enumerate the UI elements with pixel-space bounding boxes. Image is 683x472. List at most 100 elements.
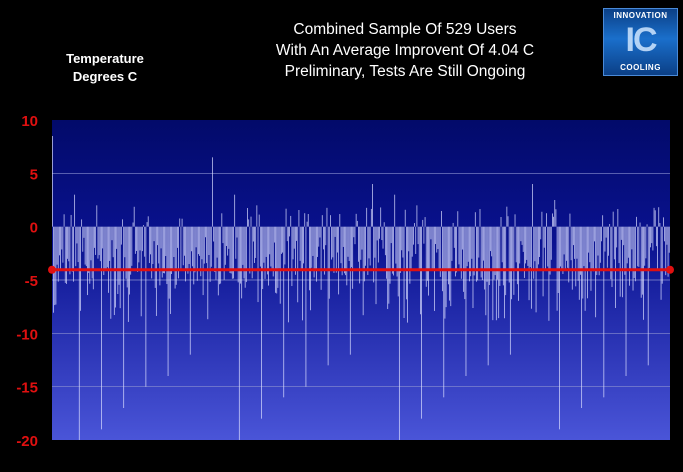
data-bar (302, 226, 303, 321)
data-bar (634, 226, 636, 282)
data-bar (415, 226, 417, 254)
data-bar (381, 226, 383, 241)
data-bar (317, 226, 319, 257)
data-bar (401, 226, 403, 251)
data-bar (666, 226, 668, 245)
data-bar (299, 226, 301, 261)
data-bar (487, 226, 489, 366)
data-bar (143, 225, 144, 227)
data-bar (192, 226, 194, 267)
data-bar (166, 226, 168, 285)
data-bar (145, 226, 147, 387)
data-bar (474, 212, 476, 227)
data-bar (139, 226, 141, 251)
data-bar (515, 226, 517, 263)
data-bar (60, 226, 61, 270)
data-bar (458, 226, 460, 265)
data-bar (261, 226, 262, 419)
data-bar (652, 226, 654, 251)
data-bar (472, 226, 474, 309)
data-bar (159, 226, 161, 286)
data-bar (539, 226, 540, 257)
data-bar (131, 226, 133, 266)
data-bar (383, 222, 385, 227)
data-bar (596, 226, 598, 275)
data-bar (52, 136, 53, 227)
data-bar (465, 226, 467, 376)
data-bar (479, 209, 481, 227)
data-bar (450, 226, 452, 307)
data-bar (637, 226, 639, 267)
data-bar (219, 226, 220, 285)
data-bar (606, 226, 608, 268)
data-bar (597, 226, 599, 256)
data-bar (498, 226, 500, 319)
data-bar (367, 226, 369, 275)
data-bar (661, 226, 663, 284)
data-bar (497, 226, 498, 280)
data-bar (175, 226, 177, 285)
data-bar (476, 226, 477, 282)
data-bar (97, 226, 99, 259)
data-bar (236, 226, 238, 238)
data-bar (484, 226, 486, 290)
data-bar (611, 226, 613, 288)
data-bar (256, 205, 258, 227)
data-bar (361, 226, 363, 250)
data-bar (507, 216, 509, 227)
data-bar (92, 226, 94, 290)
data-bar (518, 226, 519, 301)
data-bar (384, 226, 386, 256)
data-bar (108, 226, 109, 293)
data-bar (509, 226, 511, 355)
data-bar (592, 226, 594, 272)
data-bar (276, 226, 278, 294)
data-bar (534, 226, 536, 262)
data-bar (382, 226, 384, 249)
data-bar (340, 226, 342, 264)
data-bar (279, 226, 281, 304)
data-bar (651, 226, 653, 244)
data-bar (323, 226, 324, 250)
data-bar (387, 226, 389, 310)
data-bar (118, 226, 120, 285)
data-bar (369, 226, 371, 266)
data-bar (220, 226, 222, 284)
data-bar (269, 226, 271, 255)
average-line-start-marker (48, 265, 56, 274)
data-bar (136, 226, 137, 251)
data-bar (208, 226, 210, 255)
data-bar (617, 209, 619, 227)
data-bar (549, 226, 551, 275)
data-bar (189, 226, 191, 355)
data-bar (665, 226, 667, 276)
data-bar (424, 217, 426, 227)
data-bar (528, 226, 530, 301)
data-bar (553, 216, 554, 227)
data-bar (259, 226, 261, 267)
data-bar (612, 211, 614, 227)
data-bar (140, 226, 142, 317)
data-bar (623, 226, 625, 246)
data-bar (478, 226, 480, 258)
data-bar (407, 226, 408, 323)
data-bar (626, 226, 628, 264)
data-bar (215, 226, 217, 280)
data-bar (332, 226, 334, 258)
data-bar (536, 226, 538, 269)
data-bar (473, 226, 475, 276)
data-bar (184, 226, 185, 256)
data-bar (408, 226, 410, 252)
logo-text-bottom: COOLING (620, 63, 661, 72)
data-bar (293, 226, 295, 249)
data-bar (213, 226, 215, 242)
data-bar (530, 226, 532, 309)
title-line-3: Preliminary, Tests Are Still Ongoing (284, 63, 526, 80)
data-bar (241, 226, 243, 299)
data-bar (469, 226, 470, 282)
data-bar (613, 226, 615, 260)
data-bar (545, 226, 546, 271)
data-bar (643, 226, 644, 320)
data-bar (210, 226, 212, 267)
data-bar (543, 226, 545, 248)
